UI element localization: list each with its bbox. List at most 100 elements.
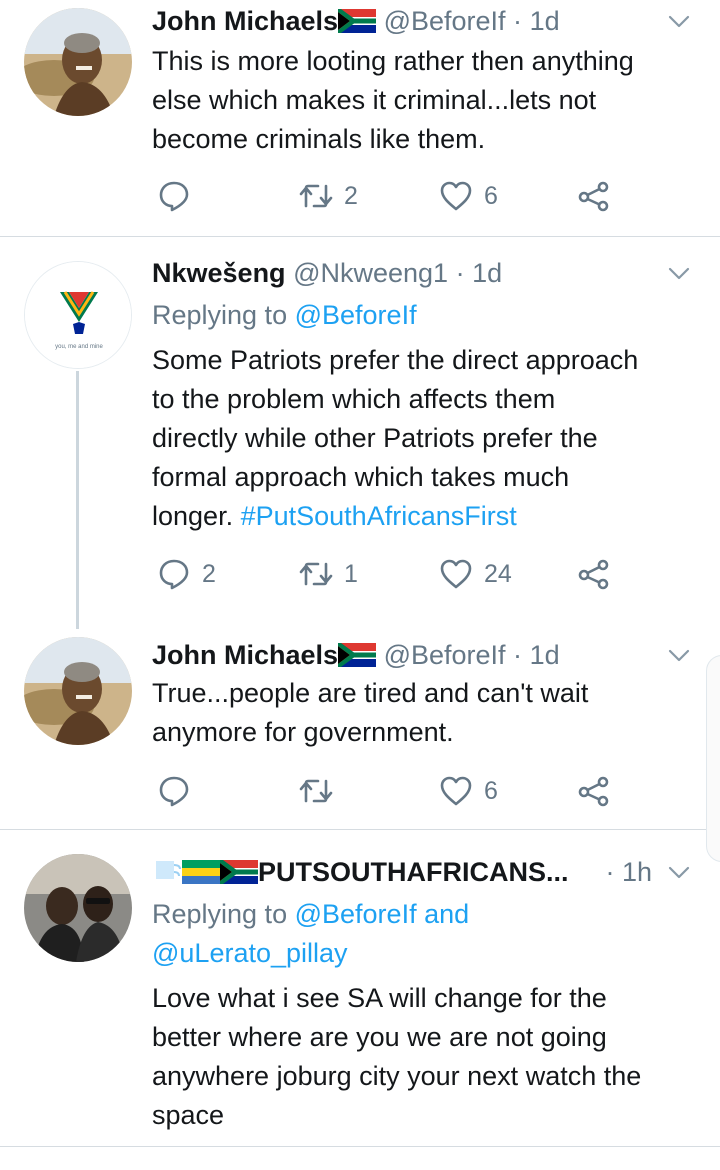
retweet-button[interactable]: 1	[298, 554, 358, 594]
reply-button[interactable]	[156, 176, 202, 216]
retweet-icon	[298, 773, 334, 809]
tweet-text-line: directly while other Patriots prefer the	[152, 423, 598, 453]
retweet-button[interactable]	[298, 771, 344, 811]
mention-link[interactable]: @BeforeIf	[295, 300, 417, 330]
separator-dot: ·	[513, 640, 523, 670]
replying-to-label: Replying to	[152, 899, 288, 929]
tweet-text: True...people are tired and can't wait a…	[152, 674, 702, 752]
reply-button[interactable]: 2	[156, 554, 216, 594]
heart-icon	[438, 178, 474, 214]
divider	[0, 1146, 720, 1147]
tweet[interactable]: John Michaels @BeforeIf · 1d This is mor…	[0, 0, 720, 236]
tweet-text: Some Patriots prefer the direct approach…	[152, 341, 702, 536]
hashtag-link[interactable]: #PutSouthAfricansFirst	[241, 501, 517, 531]
tweet-header: John Michaels @BeforeIf · 1d	[152, 637, 660, 673]
author-handle[interactable]: @Nkweeng1	[293, 258, 448, 288]
avatar[interactable]: you, me and mine	[24, 261, 132, 369]
south-africa-flag-icon	[338, 643, 376, 667]
reply-icon	[156, 178, 192, 214]
share-button[interactable]	[576, 554, 612, 594]
tweet-text-line: Love what i see SA will change for the	[152, 983, 607, 1013]
author-name[interactable]: PUTSOUTHAFRICANS...	[258, 857, 569, 887]
like-button[interactable]: 6	[438, 771, 498, 811]
tweet-header: John Michaels @BeforeIf · 1d	[152, 3, 660, 39]
tweet-text-line: True...people are tired and can't wait	[152, 678, 589, 708]
reply-count: 2	[202, 559, 216, 588]
retweet-count: 1	[344, 559, 358, 588]
author-handle[interactable]: @BeforeIf	[384, 6, 506, 36]
tweet-text-line: space	[152, 1100, 225, 1130]
mention-link[interactable]: @uLerato_pillay	[152, 938, 348, 968]
avatar[interactable]	[24, 854, 132, 962]
avatar-caption: you, me and mine	[55, 344, 103, 350]
wind-emoji-icon	[152, 855, 182, 885]
tweet-actions: 2 6	[152, 176, 632, 216]
tweet-text-line: longer. #PutSouthAfricansFirst	[152, 497, 702, 536]
heart-icon	[438, 773, 474, 809]
tweet-text-line: anywhere joburg city your next watch the	[152, 1061, 642, 1091]
tweet[interactable]: John Michaels @BeforeIf · 1d True...peop…	[0, 634, 720, 829]
tweet-text: This is more looting rather then anythin…	[152, 42, 702, 159]
reply-button[interactable]	[156, 771, 202, 811]
retweet-count: 2	[344, 181, 358, 210]
retweet-icon	[298, 556, 334, 592]
replying-to: Replying to @BeforeIf	[152, 296, 417, 335]
timestamp[interactable]: 1d	[530, 6, 560, 36]
tweet-meta: · 1h	[605, 854, 652, 890]
author-name[interactable]: John Michaels	[152, 640, 338, 670]
timestamp[interactable]: 1h	[622, 857, 652, 887]
avatar[interactable]	[24, 8, 132, 116]
replying-to-label: Replying to	[152, 300, 288, 330]
tweet-text-line: else which makes it criminal...lets not	[152, 85, 597, 115]
like-button[interactable]: 6	[438, 176, 498, 216]
tweet-header: PUTSOUTHAFRICANS...	[152, 854, 625, 890]
thread-line	[76, 371, 79, 629]
tweet-text-line: become criminals like them.	[152, 124, 486, 154]
south-africa-flag-icon	[220, 860, 258, 884]
timestamp[interactable]: 1d	[530, 640, 560, 670]
share-icon	[576, 556, 612, 592]
tweet-text-line: to the problem which affects them	[152, 384, 556, 414]
chevron-down-icon[interactable]	[666, 260, 692, 286]
chevron-down-icon[interactable]	[666, 642, 692, 668]
author-name[interactable]: Nkwešeng	[152, 258, 286, 288]
tweet-text: Love what i see SA will change for the b…	[152, 979, 702, 1135]
like-count: 6	[484, 181, 498, 210]
separator-dot: ·	[513, 6, 523, 36]
mention-link[interactable]: @BeforeIf	[295, 899, 417, 929]
tweet-text-line: Some Patriots prefer the direct approach	[152, 345, 639, 375]
tweet-text-line: better where are you we are not going	[152, 1022, 607, 1052]
heart-icon	[438, 556, 474, 592]
like-button[interactable]: 24	[438, 554, 512, 594]
avatar[interactable]	[24, 637, 132, 745]
like-count: 24	[484, 559, 512, 588]
tweet-text-fragment: longer.	[152, 501, 234, 531]
tweet-actions: 6	[152, 771, 632, 811]
replying-to-and: and	[424, 899, 470, 929]
tweet-actions: 2 1 24	[152, 554, 632, 594]
share-button[interactable]	[576, 771, 612, 811]
timestamp[interactable]: 1d	[472, 258, 502, 288]
author-name[interactable]: John Michaels	[152, 6, 338, 36]
share-button[interactable]	[576, 176, 612, 216]
chevron-down-icon[interactable]	[666, 859, 692, 885]
retweet-button[interactable]: 2	[298, 176, 358, 216]
author-handle[interactable]: @BeforeIf	[384, 640, 506, 670]
separator-dot: ·	[605, 857, 615, 887]
like-count: 6	[484, 776, 498, 805]
tweet-text-line: anymore for government.	[152, 717, 454, 747]
share-icon	[576, 178, 612, 214]
tweet[interactable]: PUTSOUTHAFRICANS... · 1h Replying to @Be…	[0, 830, 720, 1146]
tweet-text-line: This is more looting rather then anythin…	[152, 46, 634, 76]
tweet-header: Nkwešeng @Nkweeng1 · 1d	[152, 255, 660, 291]
scroll-edge[interactable]	[706, 655, 720, 862]
replying-to: Replying to @BeforeIf and @uLerato_pilla…	[152, 895, 692, 973]
chevron-down-icon[interactable]	[666, 8, 692, 34]
share-icon	[576, 773, 612, 809]
separator-dot: ·	[455, 258, 465, 288]
reply-icon	[156, 556, 192, 592]
tweet[interactable]: you, me and mine Nkwešeng @Nkweeng1 · 1d…	[0, 237, 720, 634]
reply-icon	[156, 773, 192, 809]
south-africa-flag-icon	[338, 9, 376, 33]
gabon-flag-icon	[182, 860, 220, 884]
